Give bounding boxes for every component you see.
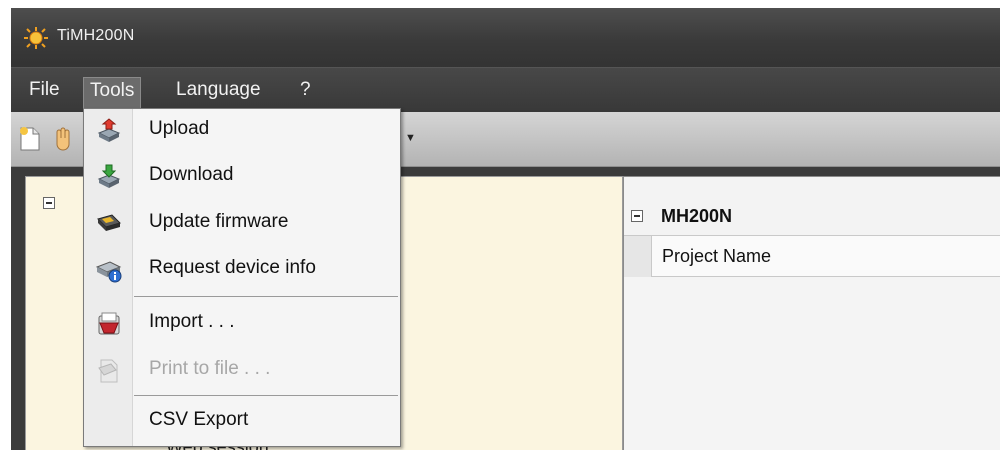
menu-bar: File Tools Language ? — [11, 68, 1000, 113]
hand-icon[interactable] — [53, 126, 73, 152]
tools-menu: Upload Download Update firmware Request — [83, 108, 401, 447]
menu-item-import[interactable]: Import . . . — [84, 302, 400, 346]
menu-item-csv-export[interactable]: CSV Export — [84, 400, 400, 444]
property-empty-area — [624, 277, 1000, 450]
category-label: MH200N — [661, 206, 733, 226]
menu-item-label: Request device info — [149, 257, 316, 278]
window-title: TiMH200N — [57, 27, 135, 44]
menu-language[interactable]: Language — [170, 77, 267, 103]
toolbar-dropdown-arrow-icon[interactable]: ▼ — [405, 132, 416, 144]
menu-item-label: Print to file . . . — [149, 358, 271, 379]
menu-item-print-to-file: Print to file . . . — [84, 349, 400, 393]
firmware-icon — [97, 214, 121, 231]
property-gutter — [624, 236, 651, 277]
menu-item-label: Download — [149, 164, 234, 185]
menu-item-update-firmware[interactable]: Update firmware — [84, 202, 400, 246]
category-collapse-icon[interactable] — [631, 210, 643, 222]
import-icon — [98, 312, 120, 335]
menu-item-label: Import . . . — [149, 311, 235, 332]
menu-separator — [134, 296, 398, 297]
tree-collapse-icon[interactable] — [43, 197, 55, 209]
menu-item-upload[interactable]: Upload — [84, 109, 400, 153]
print-icon — [98, 359, 118, 383]
menu-item-label: CSV Export — [149, 409, 249, 430]
property-grid: MH200N Project Name — [623, 176, 1000, 450]
menu-item-label: Update firmware — [149, 211, 289, 232]
sun-icon — [24, 27, 48, 49]
menu-item-label: Upload — [149, 118, 210, 139]
title-bar: TiMH200N — [11, 8, 1000, 68]
menu-separator — [134, 395, 398, 396]
menu-item-download[interactable]: Download — [84, 155, 400, 199]
download-icon — [97, 164, 121, 188]
new-file-icon[interactable] — [19, 126, 41, 152]
menu-file[interactable]: File — [23, 77, 66, 103]
menu-help[interactable]: ? — [294, 77, 317, 103]
upload-icon — [97, 118, 121, 142]
property-category[interactable]: MH200N — [624, 197, 1000, 236]
property-name: Project Name — [662, 246, 772, 266]
property-row[interactable]: Project Name — [651, 236, 1000, 277]
menu-item-request-device-info[interactable]: Request device info — [84, 248, 400, 292]
device-info-icon — [96, 261, 122, 283]
